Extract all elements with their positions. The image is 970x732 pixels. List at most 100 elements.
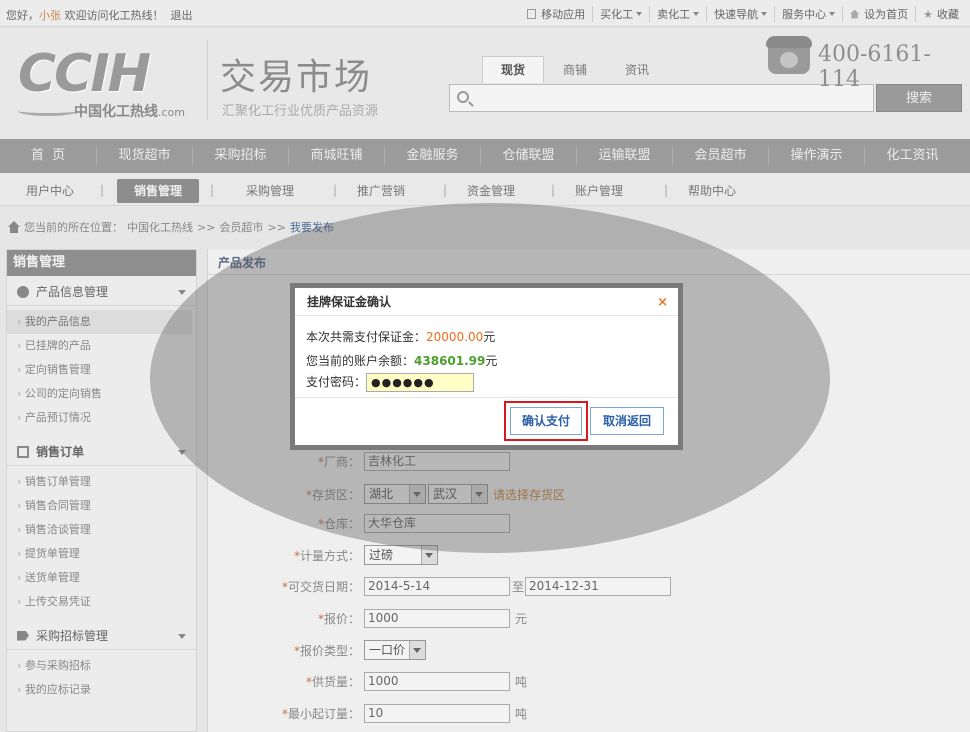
date-label: *可交货日期： — [281, 580, 360, 594]
main-nav: 首 页现货超市 采购招标 商城旺铺 金融服务 仓储联盟 运输联盟 会员超市 操作演示 化工资讯 — [0, 139, 970, 173]
subnav-item-0[interactable]: 用户中心 — [14, 181, 86, 201]
subnav-item-2[interactable]: 采购管理 — [234, 181, 306, 201]
cancel-return-button[interactable]: 取消返回 — [590, 407, 664, 435]
top-link-1[interactable]: 买化工 — [592, 6, 649, 22]
measure-label: *计量方式： — [293, 548, 360, 563]
greeting: 您好，小张 欢迎访问化工热线！ 退出 — [6, 7, 193, 23]
site-header: CCIH 中国化工热线.com 交易市场 汇聚化工行业优质产品资源 现货 商铺 资讯… — [0, 28, 970, 138]
breadcrumb-sep: >> — [197, 220, 216, 234]
search-tab-2[interactable]: 资讯 — [606, 56, 668, 83]
top-link-0[interactable]: 移动应用 — [520, 6, 592, 22]
mobile-icon — [527, 9, 537, 19]
confirm-pay-button[interactable]: 确认支付 — [510, 407, 582, 435]
home-icon — [850, 9, 860, 19]
date-to-separator: 至 — [512, 580, 525, 594]
top-links: 移动应用 买化工 卖化工 快速导航 服务中心 设为首页 ★ 收藏 — [520, 6, 966, 22]
sub-nav: 用户中心 | 销售管理 | 采购管理 | 推广营销 | 资金管理 | 账户管理 | 帮助中心 — [0, 174, 970, 206]
search-tabs: 现货 商铺 资讯 — [482, 56, 668, 83]
price-type-label: *报价类型： — [293, 643, 360, 658]
balance-unit: 元 — [485, 354, 498, 368]
sidebar-item[interactable]: 我的应标记录 — [7, 678, 196, 702]
sidebar-section-title: 采购招标管理 — [36, 629, 109, 643]
nav-item-0[interactable]: 首 页 — [0, 148, 96, 164]
breadcrumb-item-1[interactable]: 会员超市 — [219, 219, 263, 235]
supply-row: *供货量： 1000 吨 — [278, 672, 527, 691]
logo-domain: .com — [158, 106, 185, 119]
nav-item-3[interactable]: 商城旺铺 — [288, 148, 384, 164]
tag-icon — [17, 630, 29, 641]
dialog-body: 挂牌保证金确认 × 本次共需支付保证金：20000.00元 您当前的账户余额：4… — [295, 288, 678, 445]
subnav-item-1[interactable]: 销售管理 — [117, 179, 199, 203]
date-row: *可交货日期： 2014-5-14 至 2014-12-31 — [278, 577, 672, 596]
date-to-input[interactable]: 2014-12-31 — [525, 577, 672, 596]
breadcrumb-item-0[interactable]: 中国化工热线 — [127, 219, 193, 235]
top-link-6[interactable]: ★ 收藏 — [915, 6, 966, 22]
price-type-select[interactable]: 一口价 — [364, 640, 426, 660]
telephone-icon — [766, 36, 812, 74]
info-icon — [17, 285, 29, 298]
subnav-item-6[interactable]: 帮助中心 — [676, 181, 748, 201]
top-link-3[interactable]: 快速导航 — [706, 6, 774, 22]
price-row: *报价： 1000 元 — [278, 609, 527, 628]
sidebar-item[interactable]: 送货单管理 — [7, 566, 196, 590]
edit-icon — [17, 445, 29, 458]
search-input[interactable] — [449, 84, 874, 112]
close-icon[interactable]: × — [657, 295, 668, 310]
hotline-number: 400-6161-114 — [818, 42, 931, 92]
top-link-5[interactable]: 设为首页 — [842, 6, 915, 22]
subnav-item-3[interactable]: 推广营销 — [345, 181, 417, 201]
sidebar-item[interactable]: 提货单管理 — [7, 542, 196, 566]
nav-item-2[interactable]: 采购招标 — [192, 148, 288, 164]
nav-item-5[interactable]: 仓储联盟 — [480, 148, 576, 164]
deposit-amount: 20000.00 — [426, 330, 484, 344]
nav-item-6[interactable]: 运输联盟 — [576, 148, 672, 164]
price-input[interactable]: 1000 — [364, 609, 510, 628]
min-order-label: *最小起订量： — [281, 707, 360, 721]
supply-label: *供货量： — [305, 675, 360, 689]
nav-item-8[interactable]: 操作演示 — [768, 148, 864, 164]
sidebar-item[interactable]: 销售洽谈管理 — [7, 518, 196, 542]
logout-link[interactable]: 退出 — [171, 9, 193, 22]
price-type-row: *报价类型： 一口价 — [278, 640, 426, 660]
site-logo[interactable]: CCIH 中国化工热线.com — [18, 48, 198, 123]
sidebar-section-0[interactable]: 产品信息管理 — [7, 278, 196, 306]
logo-subtitle-text: 中国化工热线 — [74, 104, 158, 120]
logo-swoosh — [18, 106, 78, 116]
sidebar-item[interactable]: 参与采购招标 — [7, 654, 196, 678]
logo-text: CCIH — [18, 44, 151, 104]
nav-item-7[interactable]: 会员超市 — [672, 148, 768, 164]
date-from-input[interactable]: 2014-5-14 — [364, 577, 510, 596]
breadcrumb-prefix: 您当前的所在位置： — [24, 221, 123, 234]
top-link-2[interactable]: 卖化工 — [649, 6, 706, 22]
subnav-divider: | — [443, 183, 448, 197]
sidebar-title: 销售管理 — [7, 250, 196, 276]
supply-label-text: 供货量： — [311, 675, 360, 689]
subnav-divider: | — [551, 183, 556, 197]
sidebar-item[interactable]: 销售合同管理 — [7, 494, 196, 518]
min-order-input[interactable]: 10 — [364, 704, 510, 723]
price-unit: 元 — [515, 612, 528, 626]
top-link-4[interactable]: 服务中心 — [774, 6, 842, 22]
search-tab-0[interactable]: 现货 — [482, 56, 545, 83]
breadcrumb: 您当前的所在位置： 中国化工热线 >> 会员超市 >> 我要发布 — [8, 219, 334, 235]
password-input[interactable]: ●●●●●● — [366, 373, 475, 392]
subnav-item-4[interactable]: 资金管理 — [455, 181, 527, 201]
sidebar-item[interactable]: 销售订单管理 — [7, 470, 196, 494]
password-label: 支付密码： — [306, 375, 367, 389]
sidebar-section-2[interactable]: 采购招标管理 — [7, 622, 196, 650]
chevron-down-icon — [178, 290, 186, 295]
deposit-label: 本次共需支付保证金： — [306, 330, 427, 344]
chevron-down-icon — [761, 12, 768, 16]
sidebar-section-1[interactable]: 销售订单 — [7, 438, 196, 466]
nav-item-4[interactable]: 金融服务 — [384, 148, 480, 164]
supply-input[interactable]: 1000 — [364, 672, 510, 691]
price-label: *报价： — [317, 612, 360, 626]
nav-item-9[interactable]: 化工资讯 — [864, 148, 960, 164]
subnav-item-5[interactable]: 账户管理 — [563, 181, 635, 201]
nav-item-1[interactable]: 现货超市 — [96, 148, 192, 164]
min-order-row: *最小起订量： 10 吨 — [278, 704, 527, 723]
sidebar-item[interactable]: 上传交易凭证 — [7, 590, 196, 614]
search-tab-1[interactable]: 商铺 — [544, 56, 606, 83]
top-bar: 您好，小张 欢迎访问化工热线！ 退出 移动应用 买化工 卖化工 快速导航 服务中心 设为首… — [0, 0, 970, 27]
username-link[interactable]: 小张 — [39, 9, 61, 22]
